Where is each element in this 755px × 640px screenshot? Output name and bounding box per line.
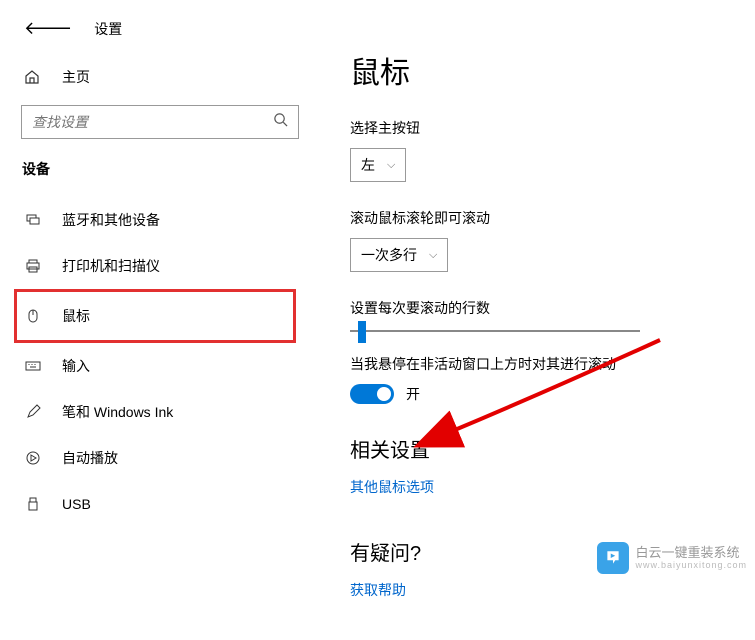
sidebar-item-mouse[interactable]: 鼠标: [14, 289, 296, 343]
search-input[interactable]: [32, 114, 273, 130]
other-mouse-options-link[interactable]: 其他鼠标选项: [350, 477, 434, 497]
sidebar-item-autoplay[interactable]: 自动播放: [20, 435, 330, 481]
primary-button-label: 选择主按钮: [350, 118, 755, 138]
sidebar-item-bluetooth[interactable]: 蓝牙和其他设备: [20, 197, 330, 243]
sidebar-item-label: 鼠标: [62, 306, 90, 326]
autoplay-icon: [24, 449, 42, 467]
toggle-knob: [377, 387, 391, 401]
sidebar-item-typing[interactable]: 输入: [20, 343, 330, 389]
dropdown-value: 一次多行: [361, 245, 417, 265]
home-icon: [24, 69, 40, 85]
page-title: 鼠标: [350, 48, 755, 92]
related-settings-header: 相关设置: [350, 434, 755, 463]
printer-icon: [24, 257, 42, 275]
slider-thumb[interactable]: [358, 321, 366, 343]
primary-button-dropdown[interactable]: 左 ⌵: [350, 148, 406, 182]
chevron-down-icon: ⌵: [387, 159, 395, 172]
home-nav[interactable]: 主页: [20, 67, 330, 87]
sidebar-item-label: 蓝牙和其他设备: [62, 210, 160, 230]
usb-icon: [24, 495, 42, 513]
mouse-icon: [24, 307, 42, 325]
pen-icon: [24, 403, 42, 421]
get-help-link[interactable]: 获取帮助: [350, 580, 406, 600]
search-icon: [273, 112, 288, 132]
chevron-down-icon: ⌵: [429, 249, 437, 262]
home-label: 主页: [62, 67, 90, 87]
lines-label: 设置每次要滚动的行数: [350, 298, 755, 318]
watermark-logo-icon: [597, 542, 629, 574]
bluetooth-icon: [24, 211, 42, 229]
section-header: 设备: [20, 159, 330, 179]
sidebar-item-label: 输入: [62, 356, 90, 376]
back-icon[interactable]: 🡐: [24, 18, 72, 39]
watermark-text-1: 白云一键重装系统: [635, 545, 747, 561]
sidebar-item-label: USB: [62, 496, 91, 512]
keyboard-icon: [24, 357, 42, 375]
sidebar-item-label: 笔和 Windows Ink: [62, 402, 173, 422]
toggle-state-label: 开: [406, 384, 420, 404]
dropdown-value: 左: [361, 155, 375, 175]
hover-label: 当我悬停在非活动窗口上方时对其进行滚动: [350, 354, 755, 374]
sidebar-item-pen[interactable]: 笔和 Windows Ink: [20, 389, 330, 435]
watermark: 白云一键重装系统 www.baiyunxitong.com: [597, 542, 747, 574]
sidebar-item-printers[interactable]: 打印机和扫描仪: [20, 243, 330, 289]
lines-slider[interactable]: [350, 330, 640, 332]
scroll-label: 滚动鼠标滚轮即可滚动: [350, 208, 755, 228]
scroll-dropdown[interactable]: 一次多行 ⌵: [350, 238, 448, 272]
watermark-text-2: www.baiyunxitong.com: [635, 560, 747, 571]
sidebar-item-usb[interactable]: USB: [20, 481, 330, 527]
search-box[interactable]: [21, 105, 299, 139]
settings-title: 设置: [94, 19, 122, 39]
sidebar-item-label: 自动播放: [62, 448, 118, 468]
hover-toggle[interactable]: [350, 384, 394, 404]
sidebar-item-label: 打印机和扫描仪: [62, 256, 160, 276]
